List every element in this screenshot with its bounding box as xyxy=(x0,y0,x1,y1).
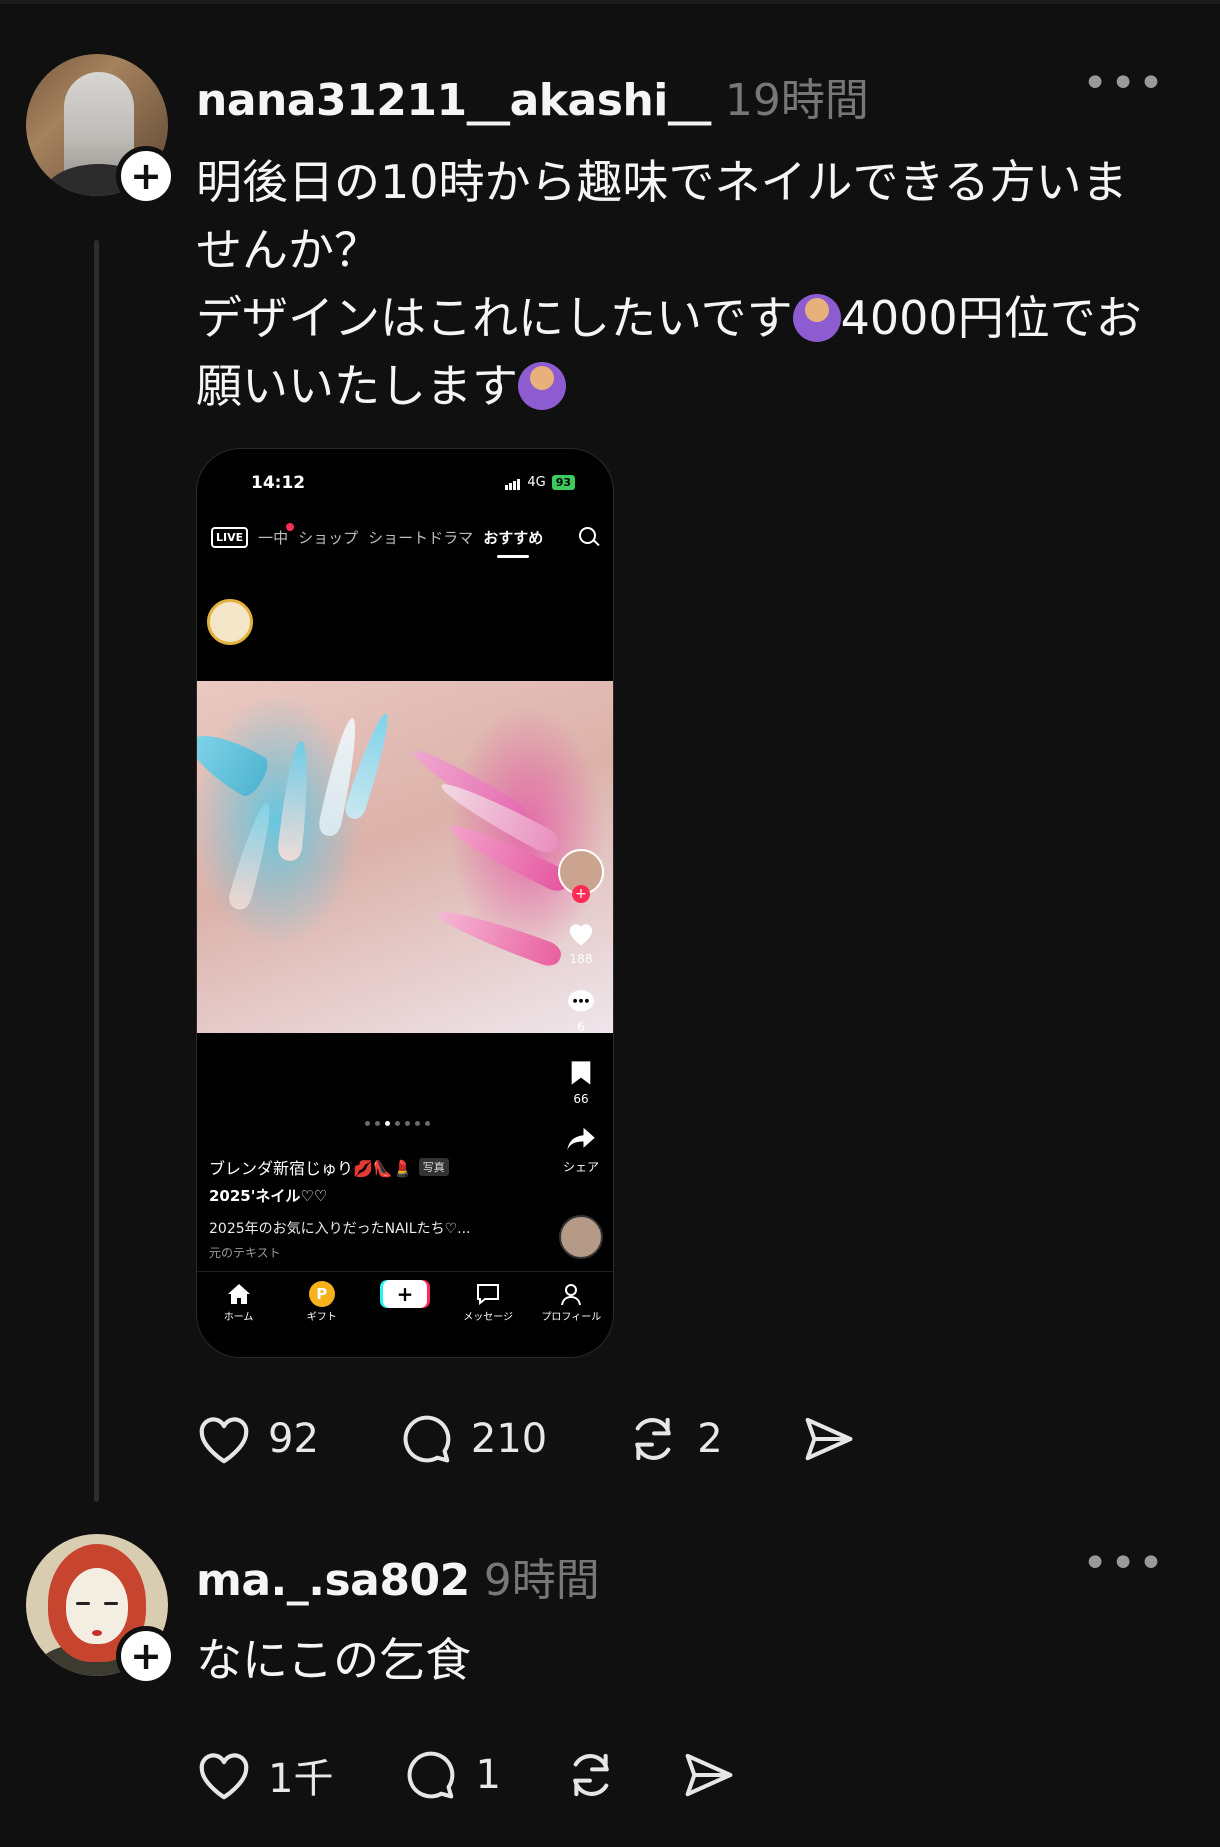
post-actions: 92 210 2 xyxy=(196,1412,857,1466)
network-label: 4G xyxy=(527,475,546,490)
phone-caption: ブレンダ新宿じゅり💋👠💄 写真 2025'ネイル♡♡ 2025年のお気に入りだった… xyxy=(209,1155,509,1261)
heart-icon xyxy=(199,1417,249,1464)
share-icon xyxy=(805,1417,853,1461)
comment-icon xyxy=(403,1415,451,1463)
post-text-line: 願いいたします xyxy=(196,352,1196,420)
username[interactable]: nana31211__akashi__ xyxy=(196,75,711,126)
phone-time: 14:12 xyxy=(251,473,306,493)
side-like: 188 xyxy=(557,919,605,966)
create-plus-icon: + xyxy=(382,1280,427,1308)
caption-user: ブレンダ新宿じゅり💋👠💄 xyxy=(209,1159,413,1178)
share-arrow-icon xyxy=(567,1127,595,1151)
follow-plus-icon[interactable]: + xyxy=(116,1626,176,1686)
caption-original: 元のテキスト xyxy=(209,1246,281,1260)
lucky-cat-avatar xyxy=(207,599,253,645)
bookmark-icon xyxy=(571,1061,591,1085)
comment-count: 1 xyxy=(475,1752,501,1798)
caption-desc: 2025年のお気に入りだったNAILたち♡... xyxy=(209,1221,471,1237)
post-text-line: せんか？ xyxy=(196,223,380,277)
share-icon xyxy=(685,1753,733,1797)
phone-tab-active: おすすめ xyxy=(483,528,544,558)
side-comment: 6 xyxy=(557,989,605,1034)
home-icon xyxy=(227,1284,250,1304)
photo-pager xyxy=(365,1121,430,1126)
like-count: 92 xyxy=(268,1416,319,1462)
heart-icon xyxy=(569,924,593,946)
creator-avatar: + xyxy=(558,849,604,903)
share-button[interactable] xyxy=(681,1748,737,1802)
search-icon xyxy=(579,527,599,547)
comment-button[interactable]: 1 xyxy=(403,1748,501,1802)
top-divider xyxy=(0,0,1220,4)
post-text-line: デザインはこれにしたいです 4000円位でお xyxy=(196,291,1142,345)
music-disc-icon xyxy=(559,1215,603,1259)
phone-bottom-nav: ホーム P ギフト + メッセージ プロフィール xyxy=(197,1271,613,1357)
nav-messages: メッセージ xyxy=(453,1280,523,1357)
side-creator: + xyxy=(557,849,605,903)
profile-icon xyxy=(561,1284,582,1306)
like-count: 1千 xyxy=(268,1756,334,1802)
comment-icon xyxy=(408,1751,455,1799)
nav-home: ホーム xyxy=(204,1280,274,1357)
post-2-avatar[interactable]: + xyxy=(26,1534,176,1686)
person-bowing-emoji-icon xyxy=(518,362,566,410)
post-text-line: 明後日の10時から趣味でネイルできる方いま xyxy=(196,155,1128,209)
like-button[interactable]: 92 xyxy=(196,1413,319,1465)
side-like-count: 188 xyxy=(569,952,593,966)
nav-profile: プロフィール xyxy=(536,1280,606,1357)
phone-tab: ショートドラマ xyxy=(368,528,474,547)
signal-icon xyxy=(505,475,521,490)
post-actions: 1千 1 xyxy=(196,1746,737,1804)
side-music xyxy=(557,1215,605,1259)
more-icon[interactable]: ••• xyxy=(1082,62,1166,106)
photo-tag: 写真 xyxy=(418,1158,449,1176)
battery-icon: 93 xyxy=(551,475,575,490)
side-comment-count: 6 xyxy=(577,1020,585,1034)
repost-button[interactable]: 2 xyxy=(625,1412,723,1466)
post-text: なにこの乞食 xyxy=(196,1633,472,1687)
repost-icon xyxy=(573,1753,609,1797)
live-icon: LIVE xyxy=(211,526,249,548)
side-share: シェア xyxy=(557,1125,605,1175)
repost-icon xyxy=(635,1417,672,1461)
repost-button[interactable] xyxy=(563,1748,619,1802)
side-share-label: シェア xyxy=(562,1160,599,1174)
username[interactable]: ma._.sa802 xyxy=(196,1555,470,1606)
side-save: 66 xyxy=(557,1059,605,1106)
message-icon xyxy=(477,1284,500,1305)
gift-coin-icon: P xyxy=(308,1281,335,1307)
person-bowing-emoji-icon xyxy=(792,294,841,342)
nail-photo xyxy=(197,681,613,1033)
post-text: 明後日の10時から趣味でネイルできる方いま せんか？ デザインはこれにしたいです… xyxy=(196,148,1196,420)
comment-icon xyxy=(568,990,594,1012)
timestamp: 9時間 xyxy=(483,1555,600,1606)
post-header: nana31211__akashi__ 19時間 xyxy=(196,64,869,128)
attached-screenshot[interactable]: 14:12 4G 93 LIVE 一中 ショップ ショートドラマ おすすめ + … xyxy=(196,448,614,1358)
nav-gift: P ギフト xyxy=(287,1280,357,1357)
thread-line xyxy=(94,240,99,1502)
more-icon[interactable]: ••• xyxy=(1082,1542,1166,1586)
phone-tabs: LIVE 一中 ショップ ショートドラマ おすすめ xyxy=(211,519,599,558)
phone-tab: ショップ xyxy=(298,528,359,547)
caption-title: 2025'ネイル♡♡ xyxy=(209,1187,328,1205)
timestamp: 19時間 xyxy=(724,75,869,126)
nav-create: + xyxy=(370,1280,440,1357)
phone-status-bar: 14:12 4G 93 xyxy=(197,473,613,503)
repost-count: 2 xyxy=(697,1416,723,1462)
phone-tab: 一中 xyxy=(258,522,295,548)
post-1-avatar[interactable]: + xyxy=(26,54,176,206)
like-button[interactable]: 1千 xyxy=(196,1746,333,1804)
heart-icon xyxy=(199,1753,249,1800)
comment-count: 210 xyxy=(470,1416,548,1462)
comment-button[interactable]: 210 xyxy=(399,1412,547,1466)
post-header: ma._.sa802 9時間 xyxy=(196,1544,600,1608)
side-save-count: 66 xyxy=(573,1092,589,1106)
share-button[interactable] xyxy=(801,1412,857,1466)
follow-plus-icon[interactable]: + xyxy=(116,146,176,206)
